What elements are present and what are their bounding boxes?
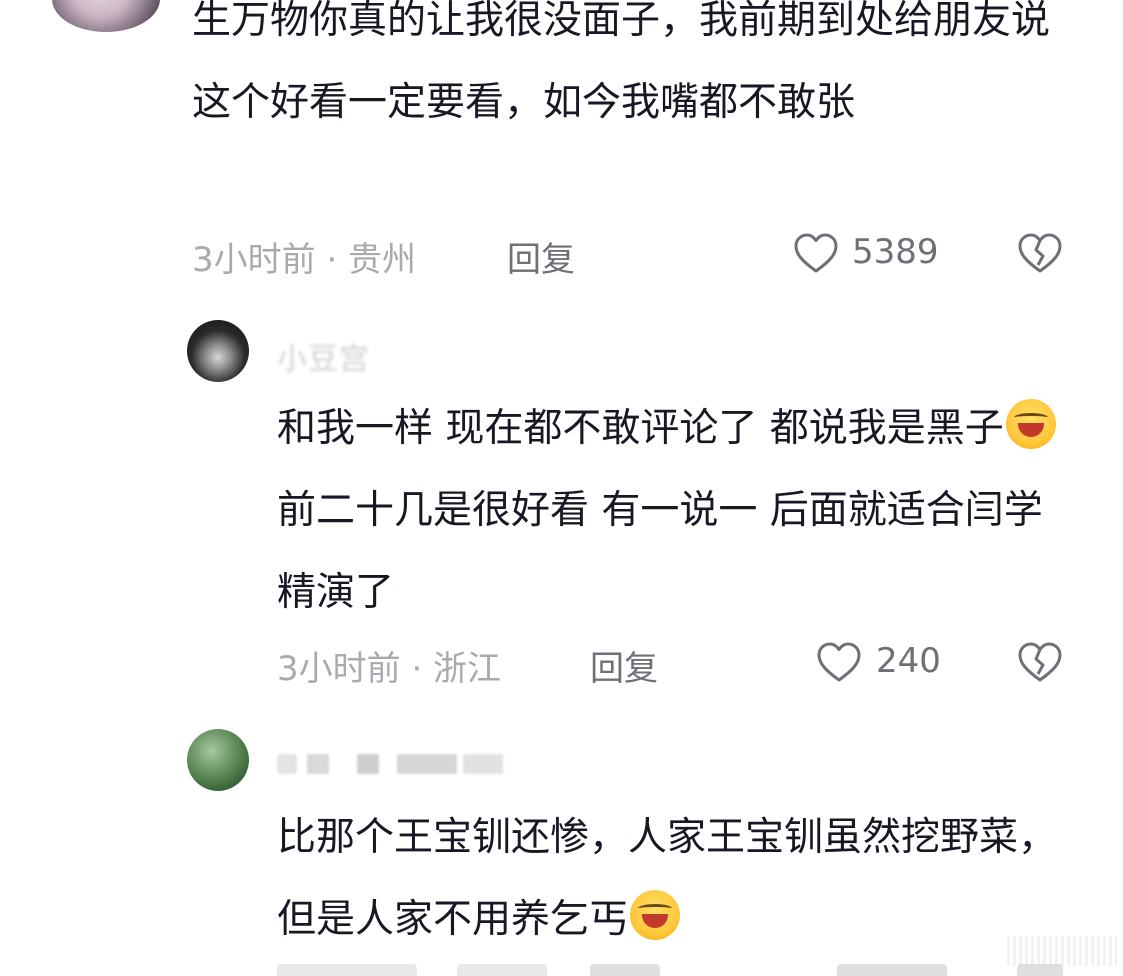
avatar[interactable]	[187, 729, 249, 791]
comment-meta-cutoff	[277, 964, 1077, 976]
watermark	[1007, 936, 1117, 966]
meta-fragment	[457, 964, 547, 976]
username-redacted[interactable]	[277, 748, 507, 778]
redaction-block	[463, 754, 503, 774]
redaction-block	[277, 754, 297, 774]
meta-fragment	[590, 964, 660, 976]
redaction-block	[397, 754, 457, 774]
meta-fragment	[277, 964, 417, 976]
comment-item: 比那个王宝钏还惨，人家王宝钏虽然挖野菜，但是人家不用养乞丐	[0, 0, 1123, 976]
redaction-block	[357, 754, 379, 774]
comment-text: 比那个王宝钏还惨，人家王宝钏虽然挖野菜，但是人家不用养乞丐	[277, 797, 1077, 961]
loudly-crying-face-icon	[630, 890, 681, 940]
redaction-block	[307, 754, 329, 774]
meta-fragment	[837, 964, 947, 976]
